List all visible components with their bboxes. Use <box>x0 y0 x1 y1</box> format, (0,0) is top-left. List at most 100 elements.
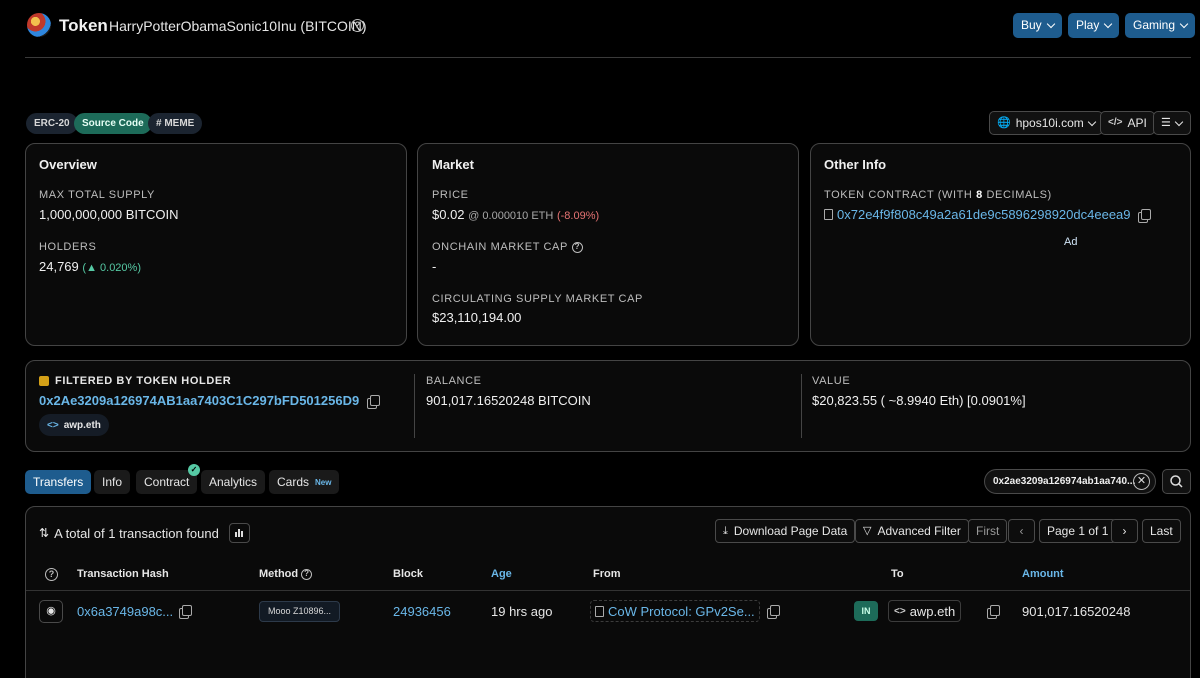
prev-page-button[interactable]: ‹ <box>1008 519 1035 543</box>
price-label: PRICE <box>432 189 469 201</box>
chevron-down-icon <box>1087 117 1096 126</box>
from-address: CoW Protocol: GPv2Se... <box>590 600 760 622</box>
to-address: <> awp.eth <box>888 600 962 622</box>
holders-row: 24,769 (▲ 0.020%) <box>39 259 141 274</box>
preview-eye-button[interactable]: ◉ <box>39 600 63 623</box>
chart-icon-button[interactable] <box>228 523 250 543</box>
eye-icon: ◉ <box>46 605 56 617</box>
copy-icon[interactable] <box>987 605 1001 619</box>
search-button[interactable] <box>1162 469 1191 494</box>
copy-icon[interactable] <box>1137 208 1151 223</box>
help-icon[interactable]: ? <box>571 241 583 253</box>
contract-label: TOKEN CONTRACT (WITH 8 DECIMALS) <box>824 189 1052 201</box>
download-button[interactable]: ⤓ Download Page Data <box>715 519 856 543</box>
download-icon: ⤓ <box>723 525 728 537</box>
chevron-down-icon <box>1104 19 1113 29</box>
holders-label: HOLDERS <box>39 241 97 253</box>
website-button[interactable]: 🌐 hpos10i.com <box>989 111 1103 135</box>
onchain-label-row: ONCHAIN MARKET CAP ? <box>432 241 583 253</box>
holder-filter-pill[interactable]: 0x2ae3209a126974ab1aa740... ✕ <box>984 469 1156 494</box>
ens-label: awp.eth <box>63 419 101 431</box>
max-supply-label: MAX TOTAL SUPPLY <box>39 189 155 201</box>
tab-transfers[interactable]: Transfers <box>25 470 92 494</box>
value-value: $20,823.55 ( ~8.9940 Eth) [0.0901%] <box>812 393 1026 408</box>
api-label: API <box>1127 116 1147 130</box>
max-supply-value: 1,000,000,000 BITCOIN <box>39 207 179 222</box>
search-icon <box>1170 475 1183 488</box>
tab-cards[interactable]: Cards New <box>269 470 340 494</box>
holders-value: 24,769 <box>39 259 79 274</box>
contract-row: 0x72e4f9f808c49a2a61de9c5896298920dc4eee… <box>824 207 1151 223</box>
header-divider <box>25 57 1191 58</box>
filter-label: FILTERED BY TOKEN HOLDER <box>55 375 232 387</box>
tab-contract[interactable]: Contract <box>136 470 198 494</box>
transaction-hash-link[interactable]: 0x6a3749a98c... <box>77 604 173 619</box>
chevron-down-icon <box>1179 19 1189 29</box>
chevron-down-icon <box>1174 117 1184 126</box>
advanced-filter-label: Advanced Filter <box>877 524 961 538</box>
last-page-button[interactable]: Last <box>1142 519 1181 543</box>
meme-tag[interactable]: # MEME <box>148 113 203 134</box>
price-eth-value: 0.000010 ETH <box>482 210 554 222</box>
col-method-label: Method <box>259 568 299 580</box>
price-value: $0.02 <box>432 207 465 222</box>
copy-icon[interactable] <box>179 605 192 619</box>
token-logo <box>27 13 51 37</box>
page-title: Token <box>59 16 108 35</box>
globe-icon: 🌐 <box>997 117 1011 129</box>
source-code-tag[interactable]: Source Code <box>74 113 152 134</box>
block-link[interactable]: 24936456 <box>393 604 451 619</box>
col-age[interactable]: Age <box>491 568 512 580</box>
contract-decimals: 8 <box>976 189 983 201</box>
play-button-label: Play <box>1076 18 1100 32</box>
holder-address-link[interactable]: 0x2Ae3209a126974AB1aa7403C1C297bFD501256… <box>39 393 359 408</box>
help-icon[interactable]: ? <box>351 19 364 32</box>
gaming-button-label: Gaming <box>1133 18 1176 32</box>
wallet-icon <box>39 376 49 386</box>
overview-title: Overview <box>39 157 97 172</box>
price-row: $0.02 @ 0.000010 ETH (-8.09%) <box>432 207 599 222</box>
col-to: To <box>891 568 904 580</box>
col-method: Method ? <box>259 568 313 580</box>
copy-icon[interactable] <box>367 394 381 409</box>
tab-info[interactable]: Info <box>94 470 131 494</box>
erc20-tag[interactable]: ERC-20 <box>26 113 78 134</box>
header-row-divider <box>26 590 1190 591</box>
next-page-button[interactable]: › <box>1111 519 1138 543</box>
ens-icon: <> <box>47 419 59 431</box>
buy-button[interactable]: Buy <box>1013 13 1062 38</box>
value-label: VALUE <box>812 375 851 387</box>
holder-address-row: 0x2Ae3209a126974AB1aa7403C1C297bFD501256… <box>39 393 381 409</box>
to-link[interactable]: awp.eth <box>910 604 956 619</box>
help-icon[interactable]: ? <box>301 568 313 580</box>
ad-label[interactable]: Ad <box>1064 236 1077 248</box>
gaming-button[interactable]: Gaming <box>1125 13 1196 38</box>
chevron-left-icon: ‹ <box>1019 524 1024 538</box>
document-icon <box>595 605 604 617</box>
download-label: Download Page Data <box>733 524 848 538</box>
from-link[interactable]: CoW Protocol: GPv2Se... <box>608 604 755 619</box>
onchain-label: ONCHAIN MARKET CAP <box>432 241 568 253</box>
price-change: (-8.09%) <box>556 210 600 222</box>
tab-analytics[interactable]: Analytics <box>201 470 266 494</box>
advanced-filter-button[interactable]: ▽ Advanced Filter <box>855 519 969 543</box>
first-page-button[interactable]: First <box>968 519 1008 543</box>
chevron-right-icon: › <box>1122 524 1127 538</box>
close-icon[interactable]: ✕ <box>1133 473 1150 490</box>
website-label: hpos10i.com <box>1015 116 1084 130</box>
other-info-card <box>810 143 1191 346</box>
ens-badge[interactable]: <> awp.eth <box>39 414 109 436</box>
amount-value: 901,017.16520248 <box>1022 604 1131 619</box>
list-options-button[interactable]: ☰ <box>1153 111 1191 135</box>
col-from: From <box>593 568 621 580</box>
help-icon[interactable]: ? <box>45 568 58 581</box>
col-amount[interactable]: Amount <box>1022 568 1064 580</box>
divider <box>801 374 802 438</box>
play-button[interactable]: Play <box>1068 13 1120 38</box>
method-badge: Mooo Z10896... <box>259 601 340 622</box>
page-indicator: Page 1 of 1 <box>1039 519 1117 543</box>
api-button[interactable]: </> API <box>1100 111 1155 135</box>
copy-icon[interactable] <box>766 605 780 619</box>
contract-address-link[interactable]: 0x72e4f9f808c49a2a61de9c5896298920dc4eee… <box>837 207 1131 222</box>
onchain-value: - <box>432 259 437 274</box>
